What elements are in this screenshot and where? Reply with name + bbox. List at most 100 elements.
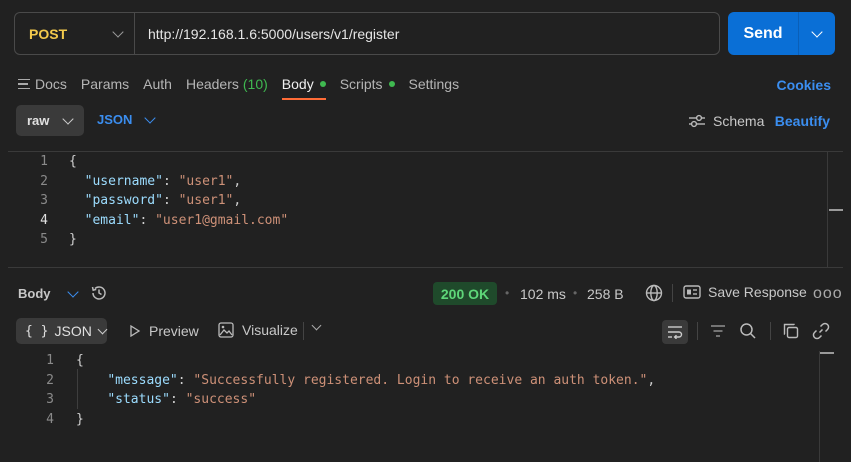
body-format-label: JSON	[97, 112, 133, 127]
json-key: "password"	[84, 193, 163, 209]
tab-scripts[interactable]: Scripts	[340, 76, 395, 92]
response-body-select[interactable]: Body	[18, 285, 79, 301]
method-label: POST	[29, 25, 68, 42]
tab-params[interactable]: Params	[81, 76, 129, 92]
toolbar-divider	[672, 284, 673, 302]
response-time[interactable]: 102 ms	[520, 286, 566, 302]
line-number: 2	[46, 372, 54, 388]
tab-auth[interactable]: Auth	[143, 76, 172, 92]
response-view-select[interactable]: { } JSON	[16, 318, 108, 344]
line-number: 5	[40, 232, 48, 248]
preview-label: Preview	[149, 323, 199, 339]
json-value: "success"	[185, 392, 257, 408]
visualize-button[interactable]: Visualize	[218, 322, 298, 338]
wrap-lines-button[interactable]	[662, 320, 688, 344]
copy-icon[interactable]	[782, 322, 800, 340]
tab-label: Params	[80, 76, 130, 92]
response-view-label: JSON	[54, 323, 92, 339]
visualize-label: Visualize	[242, 322, 298, 338]
code-line: 2 "username": "user1",	[8, 172, 843, 192]
link-icon[interactable]	[812, 322, 830, 340]
chevron-down-icon	[62, 112, 74, 125]
cookies-link[interactable]: Cookies	[777, 77, 831, 93]
chevron-down-icon	[144, 111, 157, 124]
save-response-button[interactable]: Save Response	[683, 284, 807, 300]
filter-icon[interactable]	[709, 322, 727, 340]
json-key: "email"	[84, 212, 140, 228]
send-button-group: Send	[728, 12, 835, 55]
json-punc: ,	[233, 193, 242, 209]
response-scrollbar-thumb[interactable]	[820, 352, 834, 354]
json-brace: }	[69, 232, 77, 248]
tab-headers[interactable]: Headers (10)	[186, 76, 268, 92]
docs-icon	[18, 79, 30, 89]
image-icon	[218, 322, 234, 338]
request-tabs: Docs Params Auth Headers (10) Body Scrip…	[18, 75, 473, 100]
json-field: "username": "user1",	[84, 173, 242, 189]
send-button[interactable]: Send	[728, 25, 798, 43]
json-field: "message": "Successfully registered. Log…	[107, 372, 656, 388]
tab-label: Docs	[35, 76, 67, 92]
code-line: 5 }	[8, 230, 843, 250]
code-line: 4 "email": "user1@gmail.com"	[8, 211, 843, 231]
json-punc: ,	[647, 372, 656, 388]
beautify-button[interactable]: Beautify	[775, 113, 830, 129]
braces-icon: { }	[25, 323, 49, 339]
code-line: 2 "message": "Successfully registered. L…	[8, 371, 843, 391]
json-punc: ,	[233, 173, 242, 189]
response-body-viewer[interactable]: 1 { 2 "message": "Successfully registere…	[8, 351, 843, 462]
response-scroll-track	[819, 351, 820, 462]
status-dot-icon	[319, 81, 326, 87]
more-options-icon[interactable]: ooo	[813, 285, 843, 303]
json-key: "status"	[107, 392, 170, 408]
line-number: 4	[40, 212, 48, 228]
json-value: "Successfully registered. Login to recei…	[193, 372, 648, 388]
line-number: 4	[46, 411, 54, 427]
tab-label: Headers	[185, 76, 239, 92]
tab-docs[interactable]: Docs	[18, 76, 67, 92]
json-key: "username"	[84, 173, 163, 189]
json-field: "password": "user1",	[84, 193, 242, 209]
tab-label: Settings	[408, 76, 460, 92]
body-format-select[interactable]: JSON	[97, 111, 157, 127]
status-dot-icon	[388, 81, 395, 87]
headers-count-badge: (10)	[242, 76, 268, 92]
url-input[interactable]: http://192.168.1.6:5000/users/v1/registe…	[135, 26, 399, 42]
save-response-label: Save Response	[708, 284, 807, 300]
request-body-editor[interactable]: 1 { 2 "username": "user1", 3 "password":…	[8, 151, 843, 268]
search-icon[interactable]	[739, 322, 757, 340]
json-field: "status": "success"	[107, 392, 257, 408]
toolbar-divider	[303, 322, 304, 340]
history-icon[interactable]	[90, 284, 108, 302]
json-brace: {	[76, 353, 84, 369]
response-size[interactable]: 258 B	[587, 286, 624, 302]
tab-body[interactable]: Body	[281, 76, 326, 100]
tab-label: Auth	[143, 76, 172, 92]
code-line: 3 "status": "success"	[8, 390, 843, 410]
play-icon	[130, 325, 141, 337]
body-mode-select[interactable]: raw	[16, 105, 84, 136]
editor-scroll-track	[827, 152, 828, 267]
method-select[interactable]: POST	[15, 13, 135, 54]
code-line: 1 {	[8, 152, 843, 172]
line-number: 3	[40, 193, 48, 209]
line-number: 1	[46, 353, 54, 369]
schema-label: Schema	[713, 113, 765, 129]
globe-icon[interactable]	[645, 284, 663, 302]
schema-button[interactable]: Schema	[688, 113, 764, 129]
code-line: 3 "password": "user1",	[8, 191, 843, 211]
response-body-label: Body	[18, 286, 51, 301]
visualize-chevron-down-icon[interactable]	[311, 320, 322, 331]
tab-settings[interactable]: Settings	[409, 76, 460, 92]
preview-button[interactable]: Preview	[129, 323, 199, 339]
json-value: "user1@gmail.com"	[155, 212, 289, 228]
toolbar-divider	[697, 322, 698, 340]
chevron-down-icon	[811, 25, 823, 38]
json-brace: }	[76, 411, 84, 427]
editor-scrollbar-thumb[interactable]	[829, 209, 843, 211]
json-value: "user1"	[178, 193, 234, 209]
send-options-button[interactable]	[799, 25, 835, 38]
tab-label: Body	[281, 76, 314, 92]
status-badge[interactable]: 200 OK	[433, 282, 497, 305]
json-key: "message"	[107, 372, 178, 388]
